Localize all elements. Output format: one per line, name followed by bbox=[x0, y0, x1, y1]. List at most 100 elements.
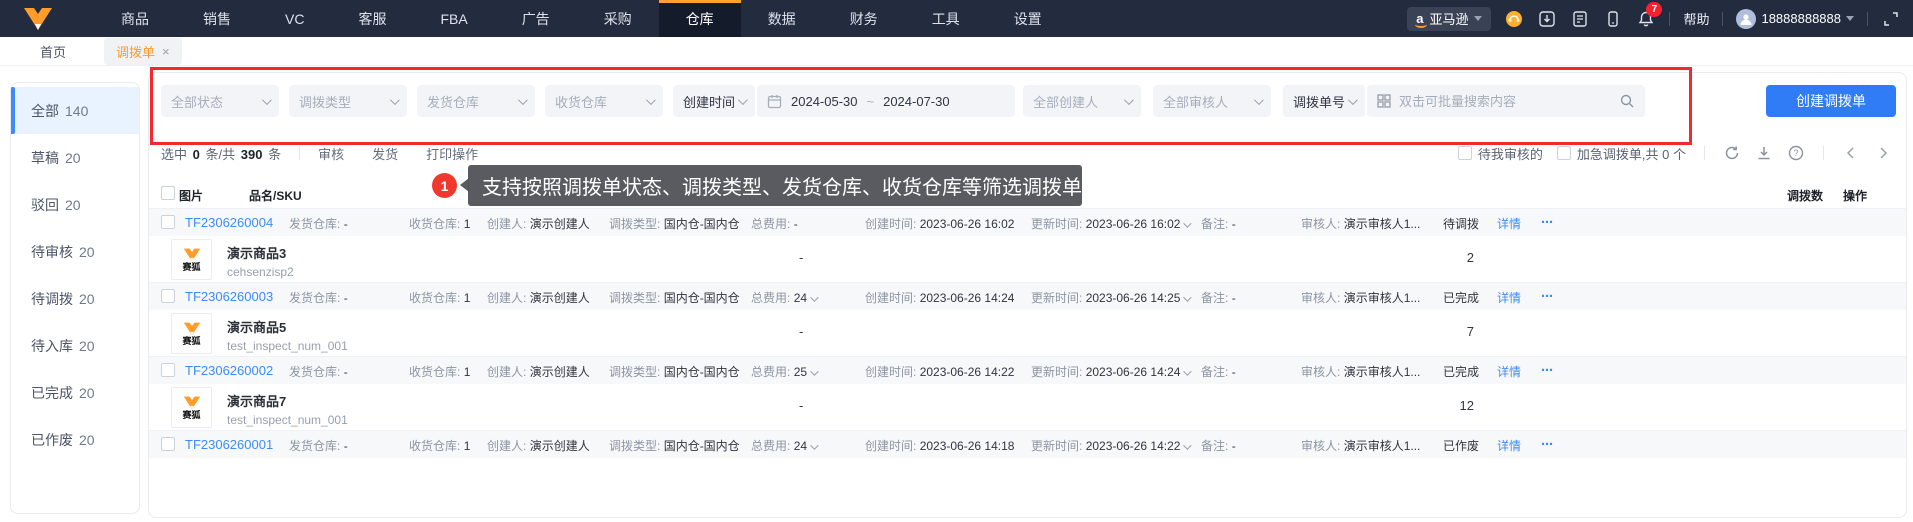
transfer-type-select[interactable]: 调拨类型 bbox=[289, 85, 407, 117]
menu-item-ads[interactable]: 广告 bbox=[495, 0, 577, 37]
checkbox[interactable] bbox=[1556, 146, 1571, 160]
sidebar-item-all[interactable]: 全部 140 bbox=[11, 87, 139, 134]
time-field-select[interactable]: 创建时间 bbox=[673, 85, 755, 117]
help-icon[interactable]: ? bbox=[1787, 144, 1805, 162]
sidebar-item-voided[interactable]: 已作废 20 bbox=[11, 416, 139, 463]
auditor-select[interactable]: 全部审核人 bbox=[1153, 85, 1271, 117]
detail-link[interactable]: 详情 bbox=[1497, 289, 1521, 306]
detail-link[interactable]: 详情 bbox=[1497, 215, 1521, 232]
ship-button[interactable]: 发货 bbox=[372, 144, 398, 163]
type-value: 国内仓-国内仓 bbox=[663, 365, 740, 379]
prev-page-icon[interactable] bbox=[1842, 144, 1860, 162]
print-actions-label: 打印操作 bbox=[426, 146, 479, 162]
next-page-icon[interactable] bbox=[1874, 144, 1892, 162]
to-warehouse-select[interactable]: 收货仓库 bbox=[545, 85, 663, 117]
tab-transfer-orders[interactable]: 调拨单 × bbox=[104, 37, 182, 65]
download-center-icon[interactable] bbox=[1537, 9, 1557, 29]
sidebar-item-draft[interactable]: 草稿 20 bbox=[11, 134, 139, 181]
from-warehouse-select[interactable]: 发货仓库 bbox=[417, 85, 535, 117]
marketplace-selector[interactable]: a 亚马逊 bbox=[1407, 6, 1492, 31]
my-audit-checkbox[interactable]: 待我审核的 bbox=[1457, 144, 1543, 163]
support-icon[interactable] bbox=[1504, 9, 1524, 29]
keyword-search-box[interactable] bbox=[1367, 85, 1645, 117]
search-field-select[interactable]: 调拨单号 bbox=[1283, 85, 1365, 117]
more-actions-icon[interactable]: ⋯ bbox=[1541, 363, 1554, 377]
creator-value: 演示创建人 bbox=[529, 365, 590, 379]
mobile-app-icon[interactable] bbox=[1603, 9, 1623, 29]
notifications-bell-icon[interactable]: 7 bbox=[1636, 1, 1663, 29]
audit-button[interactable]: 审核 bbox=[318, 144, 344, 163]
more-actions-icon[interactable]: ⋯ bbox=[1541, 437, 1554, 451]
select-all-checkbox[interactable] bbox=[161, 186, 175, 200]
export-download-icon[interactable] bbox=[1755, 144, 1773, 162]
order-number-link[interactable]: TF2306260002 bbox=[185, 363, 273, 378]
chevron-down-icon bbox=[810, 441, 819, 450]
row-checkbox[interactable] bbox=[161, 289, 175, 303]
sidebar-item-label: 待调拨 bbox=[31, 290, 73, 307]
order-number-link[interactable]: TF2306260003 bbox=[185, 289, 273, 304]
refresh-icon[interactable] bbox=[1723, 144, 1741, 162]
fullscreen-icon[interactable] bbox=[1881, 9, 1901, 29]
user-account-menu[interactable]: 18888888888 bbox=[1736, 8, 1854, 29]
menu-item-purchase[interactable]: 采购 bbox=[577, 0, 659, 37]
status-select[interactable]: 全部状态 bbox=[161, 85, 279, 117]
row-checkbox[interactable] bbox=[161, 363, 175, 377]
sidebar-item-pending-inbound[interactable]: 待入库 20 bbox=[11, 322, 139, 369]
to-warehouse-label: 收货仓库: bbox=[409, 291, 461, 305]
brand-fox-logo-icon[interactable] bbox=[18, 5, 58, 33]
search-icon[interactable] bbox=[1619, 93, 1635, 109]
search-input[interactable] bbox=[1399, 93, 1611, 109]
help-link[interactable]: 帮助 bbox=[1683, 9, 1709, 28]
updated-label: 更新时间: bbox=[1031, 291, 1083, 305]
updated-time-dropdown[interactable]: 更新时间: 2023-06-26 16:02 bbox=[1031, 215, 1193, 232]
chevron-down-icon bbox=[1474, 16, 1483, 21]
notification-count-badge: 7 bbox=[1646, 1, 1663, 17]
cost-dropdown[interactable]: 总费用: 24 bbox=[751, 289, 819, 306]
updated-time-dropdown[interactable]: 更新时间: 2023-06-26 14:25 bbox=[1031, 289, 1193, 306]
annotation-step-badge: 1 bbox=[432, 173, 457, 198]
menu-item-warehouse[interactable]: 仓库 bbox=[658, 0, 741, 37]
menu-item-products[interactable]: 商品 bbox=[94, 0, 176, 37]
menu-item-vc[interactable]: VC bbox=[258, 0, 331, 37]
order-number-link[interactable]: TF2306260001 bbox=[185, 437, 273, 452]
menu-item-tools[interactable]: 工具 bbox=[905, 0, 987, 37]
menu-item-service[interactable]: 客服 bbox=[331, 0, 413, 37]
menu-item-sales[interactable]: 销售 bbox=[176, 0, 258, 37]
more-actions-icon[interactable]: ⋯ bbox=[1541, 215, 1554, 229]
order-group: TF2306260001 发货仓库: - 收货仓库: 1 创建人: 演示创建人 … bbox=[149, 431, 1906, 458]
detail-link[interactable]: 详情 bbox=[1497, 363, 1521, 380]
cost-dropdown[interactable]: 总费用: 25 bbox=[751, 363, 819, 380]
more-actions-icon[interactable]: ⋯ bbox=[1541, 289, 1554, 303]
task-list-icon[interactable] bbox=[1570, 9, 1590, 29]
order-number-link[interactable]: TF2306260004 bbox=[185, 215, 273, 230]
menu-item-settings[interactable]: 设置 bbox=[987, 0, 1069, 37]
updated-label: 更新时间: bbox=[1031, 365, 1083, 379]
creator-select[interactable]: 全部创建人 bbox=[1023, 85, 1141, 117]
sidebar-item-pending-audit[interactable]: 待审核 20 bbox=[11, 228, 139, 275]
creator-select-value: 全部创建人 bbox=[1033, 94, 1099, 110]
checkbox[interactable] bbox=[1457, 146, 1472, 160]
chevron-down-icon bbox=[810, 293, 819, 302]
menu-item-finance[interactable]: 财务 bbox=[823, 0, 905, 37]
detail-link[interactable]: 详情 bbox=[1497, 437, 1521, 454]
menu-item-data[interactable]: 数据 bbox=[741, 0, 823, 37]
urgent-orders-checkbox[interactable]: 加急调拨单,共 0 个 bbox=[1556, 144, 1686, 163]
tab-home[interactable]: 首页 bbox=[28, 38, 78, 65]
sidebar-item-completed[interactable]: 已完成 20 bbox=[11, 369, 139, 416]
product-image: 赛狐 bbox=[171, 387, 212, 428]
close-icon[interactable]: × bbox=[162, 45, 170, 58]
row-checkbox[interactable] bbox=[161, 215, 175, 229]
cost-dropdown[interactable]: 总费用: 24 bbox=[751, 437, 819, 454]
divider bbox=[299, 146, 301, 160]
menu-item-fba[interactable]: FBA bbox=[413, 0, 494, 37]
create-transfer-order-button[interactable]: 创建调拨单 bbox=[1766, 85, 1896, 117]
date-range-picker[interactable]: 2024-05-30 ~ 2024-07-30 bbox=[757, 85, 1015, 117]
updated-time-dropdown[interactable]: 更新时间: 2023-06-26 14:22 bbox=[1031, 437, 1193, 454]
updated-time-dropdown[interactable]: 更新时间: 2023-06-26 14:24 bbox=[1031, 363, 1193, 380]
type-value: 国内仓-国内仓 bbox=[663, 217, 740, 231]
sidebar-item-pending-transfer[interactable]: 待调拨 20 bbox=[11, 275, 139, 322]
row-checkbox[interactable] bbox=[161, 437, 175, 451]
status-select-value: 全部状态 bbox=[171, 94, 224, 110]
sidebar-item-rejected[interactable]: 驳回 20 bbox=[11, 181, 139, 228]
print-actions-dropdown[interactable]: 打印操作 bbox=[426, 144, 484, 163]
